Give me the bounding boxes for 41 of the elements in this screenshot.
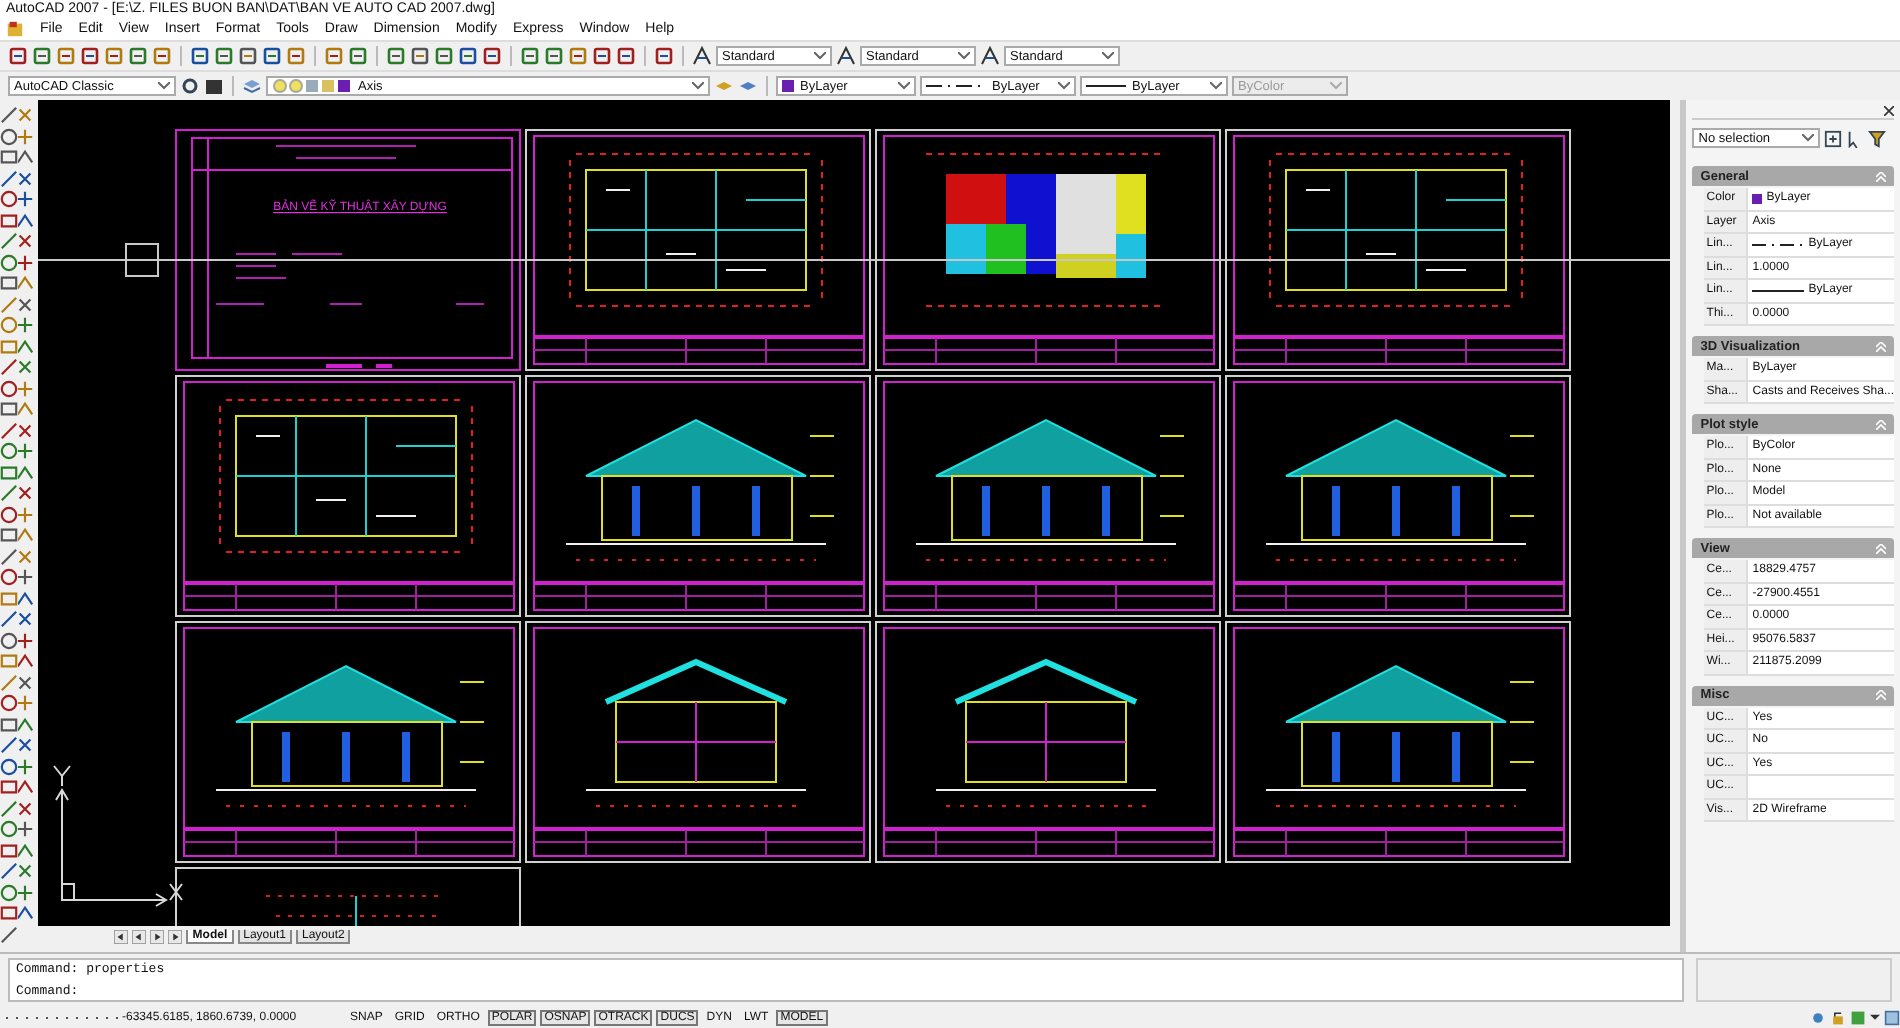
caret-icon	[958, 52, 970, 60]
clean-screen-icon[interactable]	[1884, 1009, 1900, 1025]
caret-icon	[1102, 52, 1114, 60]
caret-icon	[1802, 134, 1815, 142]
layer-previous-icon[interactable]	[738, 76, 758, 96]
lock-icon[interactable]	[1830, 1009, 1846, 1025]
first-page-icon[interactable]	[114, 930, 129, 944]
collapse-icon	[1875, 690, 1886, 700]
caret-icon	[1058, 82, 1070, 90]
lineweight-sample-icon	[1086, 82, 1126, 90]
ucs-axis-icon	[53, 765, 184, 907]
caret-icon	[1330, 82, 1342, 90]
caret-icon	[692, 82, 704, 90]
color-swatch-icon	[782, 80, 794, 92]
table-style-icon[interactable]	[980, 46, 1000, 66]
collapse-icon	[1875, 171, 1886, 181]
quick-select-icon[interactable]	[1868, 129, 1887, 147]
next-page-icon[interactable]	[150, 930, 165, 944]
layer-state-icons	[272, 78, 352, 94]
caret-icon[interactable]	[1870, 1013, 1880, 1021]
collapse-icon	[1875, 419, 1886, 429]
linetype-sample-icon	[926, 82, 986, 90]
caret-icon	[1210, 82, 1222, 90]
dimension-style-icon[interactable]	[836, 46, 856, 66]
app-icon[interactable]	[6, 20, 24, 38]
text-style-icon[interactable]	[692, 46, 712, 66]
collapse-icon	[1875, 543, 1886, 553]
lineweight-sample-icon	[1752, 287, 1805, 294]
communication-icon[interactable]	[1810, 1009, 1826, 1025]
previous-page-icon[interactable]	[132, 930, 147, 944]
collapse-icon	[1875, 341, 1886, 351]
caret-icon	[814, 52, 826, 60]
caret-icon	[158, 82, 170, 90]
color-swatch-icon	[1752, 193, 1763, 204]
linetype-sample-icon	[1752, 241, 1805, 248]
snap-grid-icon	[6, 1011, 118, 1023]
last-page-icon[interactable]	[168, 930, 183, 944]
layers-icon[interactable]	[242, 76, 262, 96]
caret-icon	[898, 82, 910, 90]
close-icon[interactable]	[1883, 106, 1894, 116]
toggle-pickadd-icon[interactable]	[1824, 129, 1843, 147]
